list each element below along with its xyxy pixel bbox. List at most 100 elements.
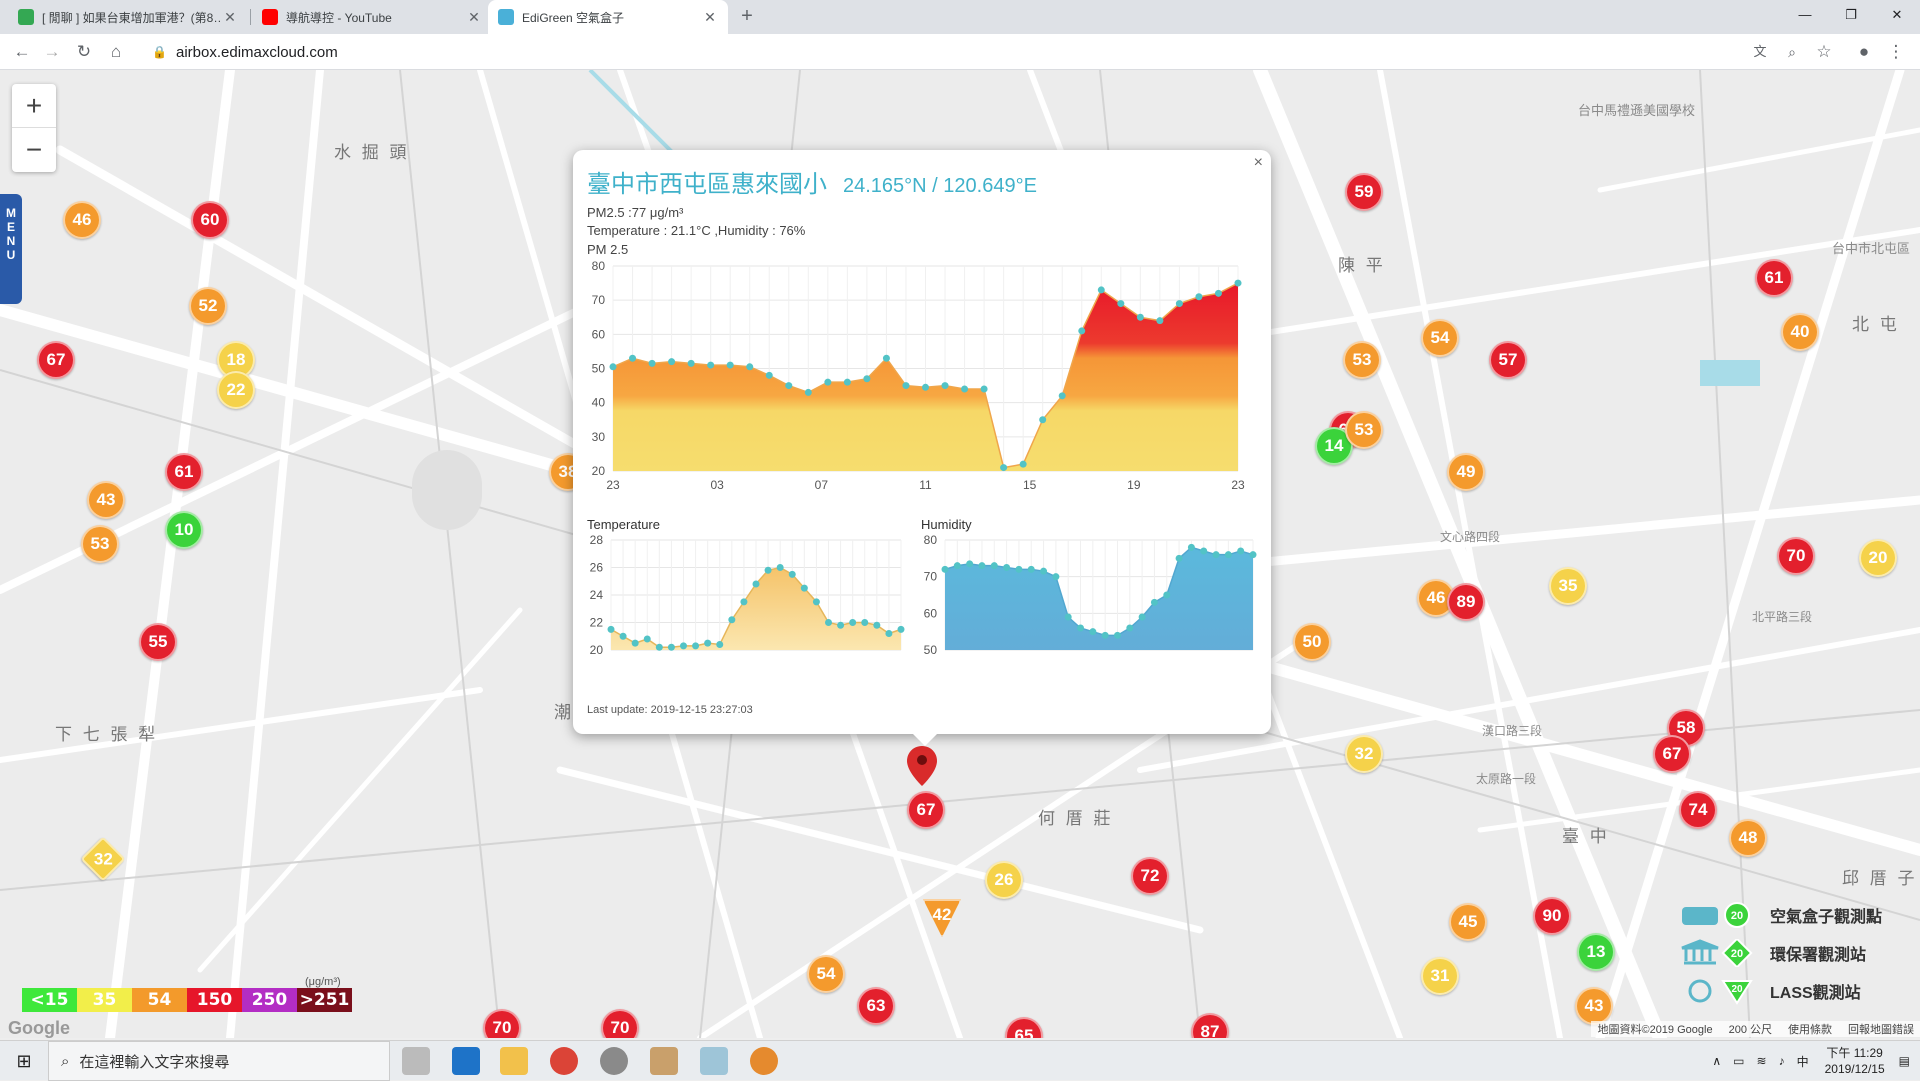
pm25-station-marker[interactable]: 31 <box>1421 957 1459 995</box>
forward-icon[interactable]: → <box>40 40 64 64</box>
marker-value: 57 <box>1498 350 1518 369</box>
pm25-station-marker[interactable]: 59 <box>1345 173 1383 211</box>
station-key-airbox[interactable]: 20 空氣盒子觀測點 <box>1680 900 1882 930</box>
pm25-station-marker[interactable]: 67 <box>907 791 945 829</box>
pm25-station-marker[interactable]: 48 <box>1729 819 1767 857</box>
pm25-station-marker[interactable]: 10 <box>165 511 203 549</box>
zoom-icon[interactable]: ⌕ <box>1780 40 1804 64</box>
taskbar-search[interactable]: ⌕ 在這裡輸入文字來搜尋 <box>48 1041 390 1081</box>
pm25-station-marker[interactable]: 60 <box>191 201 229 239</box>
pm25-station-marker[interactable]: 63 <box>857 987 895 1025</box>
zoom-in-button[interactable]: + <box>12 84 56 128</box>
back-icon[interactable]: ← <box>10 40 34 64</box>
data-point <box>1224 551 1232 559</box>
tab-close-icon[interactable]: ✕ <box>222 9 238 26</box>
pm25-station-marker[interactable]: 67 <box>1653 735 1691 773</box>
station-key-lass[interactable]: 20 LASS觀測站 <box>1680 976 1861 1006</box>
data-point <box>1237 547 1245 555</box>
pm25-station-marker[interactable]: 50 <box>1293 623 1331 661</box>
pm25-station-marker[interactable]: 46 <box>63 201 101 239</box>
pm25-station-marker[interactable]: 61 <box>165 453 203 491</box>
pm25-station-marker[interactable]: 20 <box>1859 539 1897 577</box>
tab-edigreen[interactable]: EdiGreen 空氣盒子 ✕ <box>488 0 728 34</box>
tab-close-icon[interactable]: ✕ <box>702 9 718 26</box>
pm25-station-marker[interactable]: 70 <box>1777 537 1815 575</box>
pm25-station-marker[interactable]: 55 <box>139 623 177 661</box>
pm25-station-marker[interactable]: 53 <box>1343 341 1381 379</box>
windows-start-icon[interactable]: ⊞ <box>0 1041 48 1081</box>
data-point <box>1052 573 1060 581</box>
profile-icon[interactable]: ● <box>1852 40 1876 64</box>
task-view-icon[interactable] <box>402 1047 430 1075</box>
pm25-station-marker[interactable]: 22 <box>217 371 255 409</box>
place-label: 文心路四段 <box>1440 530 1501 544</box>
pm25-station-marker[interactable]: 54 <box>807 955 845 993</box>
station-key-epa[interactable]: 20 環保署觀測站 <box>1680 938 1866 968</box>
pm25-station-marker[interactable]: 43 <box>87 481 125 519</box>
data-point <box>861 619 869 626</box>
app-icon[interactable] <box>650 1047 678 1075</box>
close-window-icon[interactable]: ✕ <box>1874 0 1920 30</box>
pm25-station-marker[interactable]: 67 <box>37 341 75 379</box>
app-icon[interactable] <box>600 1047 628 1075</box>
home-icon[interactable]: ⌂ <box>104 40 128 64</box>
app-icon[interactable] <box>750 1047 778 1075</box>
edge-icon[interactable] <box>452 1047 480 1075</box>
new-tab-plus-icon[interactable]: + <box>735 5 759 29</box>
report-error-link[interactable]: 回報地圖錯誤 <box>1848 1021 1914 1037</box>
pm25-station-marker[interactable]: 13 <box>1577 933 1615 971</box>
pm25-station-marker[interactable]: 90 <box>1533 897 1571 935</box>
pm25-station-marker[interactable]: 54 <box>1421 319 1459 357</box>
pm25-station-marker[interactable]: 52 <box>189 287 227 325</box>
popup-close-button[interactable]: × <box>1254 154 1263 172</box>
pm25-station-marker[interactable]: 57 <box>1489 341 1527 379</box>
pm25-station-marker[interactable]: 45 <box>1449 903 1487 941</box>
tab-youtube[interactable]: 導航導控 - YouTube ✕ <box>252 0 492 34</box>
notification-icon[interactable]: ▤ <box>1899 1054 1910 1068</box>
ime-indicator[interactable]: 中 <box>1797 1053 1809 1070</box>
pm25-station-marker[interactable]: 43 <box>1575 987 1613 1025</box>
temp-humidity-reading: Temperature : 21.1°C ,Humidity : 76% <box>587 223 806 238</box>
more-menu-icon[interactable]: ⋮ <box>1884 40 1908 64</box>
reload-icon[interactable]: ↻ <box>72 40 96 64</box>
pm25-station-marker[interactable]: 61 <box>1755 259 1793 297</box>
pm25-station-marker[interactable]: 40 <box>1781 313 1819 351</box>
data-point <box>607 625 615 633</box>
system-tray: ∧ ▭ ≋ ♪ 中 下午 11:29 2019/12/15 ▤ <box>1706 1041 1920 1081</box>
clock[interactable]: 下午 11:29 2019/12/15 <box>1825 1045 1885 1077</box>
tab-close-icon[interactable]: ✕ <box>466 9 482 26</box>
marker-value: 70 <box>1786 546 1806 565</box>
tab-bar: [ 閒聊 ] 如果台東增加軍港？(第8… ✕ 導航導控 - YouTube ✕ … <box>0 0 1920 34</box>
tab-forum[interactable]: [ 閒聊 ] 如果台東增加軍港？(第8… ✕ <box>8 0 248 34</box>
data-point <box>707 361 715 369</box>
pm25-station-marker[interactable]: 53 <box>81 525 119 563</box>
file-explorer-icon[interactable] <box>500 1047 528 1075</box>
minimize-icon[interactable]: — <box>1782 0 1828 30</box>
bookmark-star-icon[interactable]: ☆ <box>1812 40 1836 64</box>
chrome-icon[interactable] <box>550 1047 578 1075</box>
restore-icon[interactable]: ❐ <box>1828 0 1874 30</box>
map-canvas[interactable]: 水 掘 頭 下 七 張 犁 何 厝 莊 陳 平 北 屯 臺 中 邱 厝 子 潮 … <box>0 70 1920 1038</box>
wifi-icon[interactable]: ≋ <box>1757 1054 1767 1068</box>
pm25-station-marker[interactable]: 74 <box>1679 791 1717 829</box>
terms-link[interactable]: 使用條款 <box>1788 1021 1832 1037</box>
menu-tab[interactable]: MENU <box>0 194 22 304</box>
pm25-station-marker[interactable]: 35 <box>1549 567 1587 605</box>
pm25-station-marker[interactable]: 53 <box>1345 411 1383 449</box>
pm25-station-marker[interactable]: 26 <box>985 861 1023 899</box>
address-bar[interactable]: 🔒 airbox.edimaxcloud.com <box>140 38 1740 66</box>
data-point <box>1077 624 1085 632</box>
marker-value: 46 <box>72 210 92 229</box>
volume-icon[interactable]: ♪ <box>1779 1054 1785 1068</box>
data-point <box>978 562 986 570</box>
translate-icon[interactable]: 文 <box>1748 40 1772 64</box>
pm25-station-marker[interactable]: 49 <box>1447 453 1485 491</box>
pm25-station-marker[interactable]: 32 <box>1345 735 1383 773</box>
data-point <box>648 359 656 367</box>
pm25-station-marker[interactable]: 72 <box>1131 857 1169 895</box>
app-icon[interactable] <box>700 1047 728 1075</box>
battery-icon[interactable]: ▭ <box>1733 1054 1744 1068</box>
pm25-station-marker[interactable]: 89 <box>1447 583 1485 621</box>
zoom-out-button[interactable]: − <box>12 128 56 172</box>
tray-expand-icon[interactable]: ∧ <box>1712 1054 1721 1068</box>
